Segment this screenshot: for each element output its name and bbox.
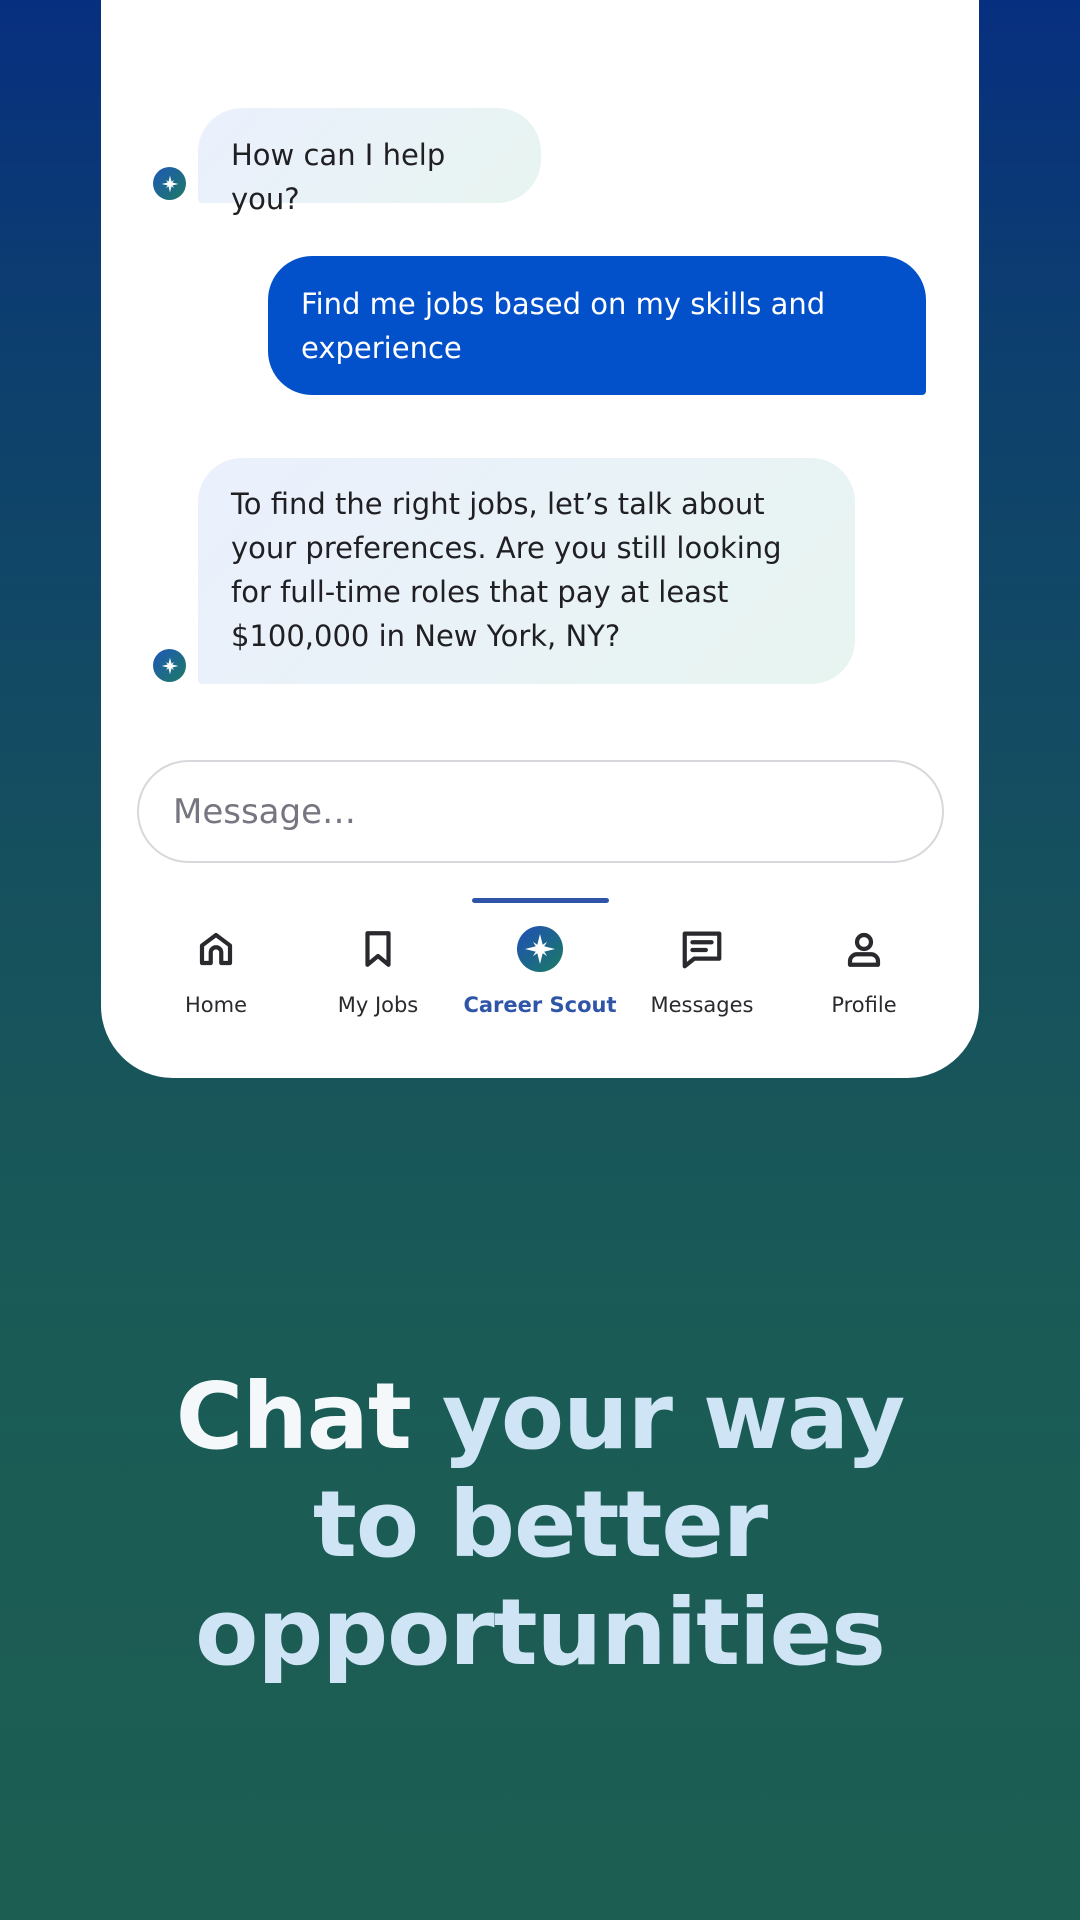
nav-item-home[interactable]: Home (136, 920, 296, 1020)
message-text: How can I help you? (231, 138, 446, 216)
nav-label: My Jobs (337, 993, 419, 1017)
bookmark-icon (354, 925, 402, 973)
tagline-word: Chat (175, 1363, 412, 1470)
compass-star-icon (161, 175, 178, 192)
message-input[interactable] (137, 760, 944, 863)
home-icon (192, 925, 240, 973)
bot-avatar-icon (153, 167, 186, 200)
message-icon (678, 925, 726, 973)
chat-screen: How can I help you? Find me jobs based o… (101, 0, 979, 1078)
bot-message: To find the right jobs, let’s talk about… (198, 458, 855, 684)
marketing-tagline: Chat your way to better opportunities (0, 1363, 1080, 1687)
compass-star-icon (161, 657, 178, 674)
message-text: Find me jobs based on my skills and expe… (301, 287, 826, 365)
active-tab-indicator (472, 898, 609, 903)
nav-item-career-scout[interactable]: Career Scout (460, 920, 620, 1020)
nav-label: Profile (831, 993, 897, 1017)
tagline-highlight: your way (441, 1363, 905, 1470)
message-text: To find the right jobs, let’s talk about… (231, 487, 782, 653)
tagline-line-1: Chat your way (0, 1363, 1080, 1471)
user-message: Find me jobs based on my skills and expe… (268, 256, 926, 395)
nav-label: Home (184, 993, 247, 1017)
nav-label: Messages (650, 993, 754, 1017)
bot-message: How can I help you? (198, 108, 541, 216)
person-icon (840, 925, 888, 973)
nav-label: Career Scout (463, 993, 617, 1017)
tagline-line-3: opportunities (195, 1579, 886, 1686)
bot-avatar-icon (153, 649, 186, 682)
compass-star-icon (516, 925, 564, 973)
nav-item-messages[interactable]: Messages (622, 920, 782, 1020)
nav-item-my-jobs[interactable]: My Jobs (298, 920, 458, 1020)
tagline-line-2: to better (312, 1471, 768, 1578)
nav-item-profile[interactable]: Profile (784, 920, 944, 1020)
